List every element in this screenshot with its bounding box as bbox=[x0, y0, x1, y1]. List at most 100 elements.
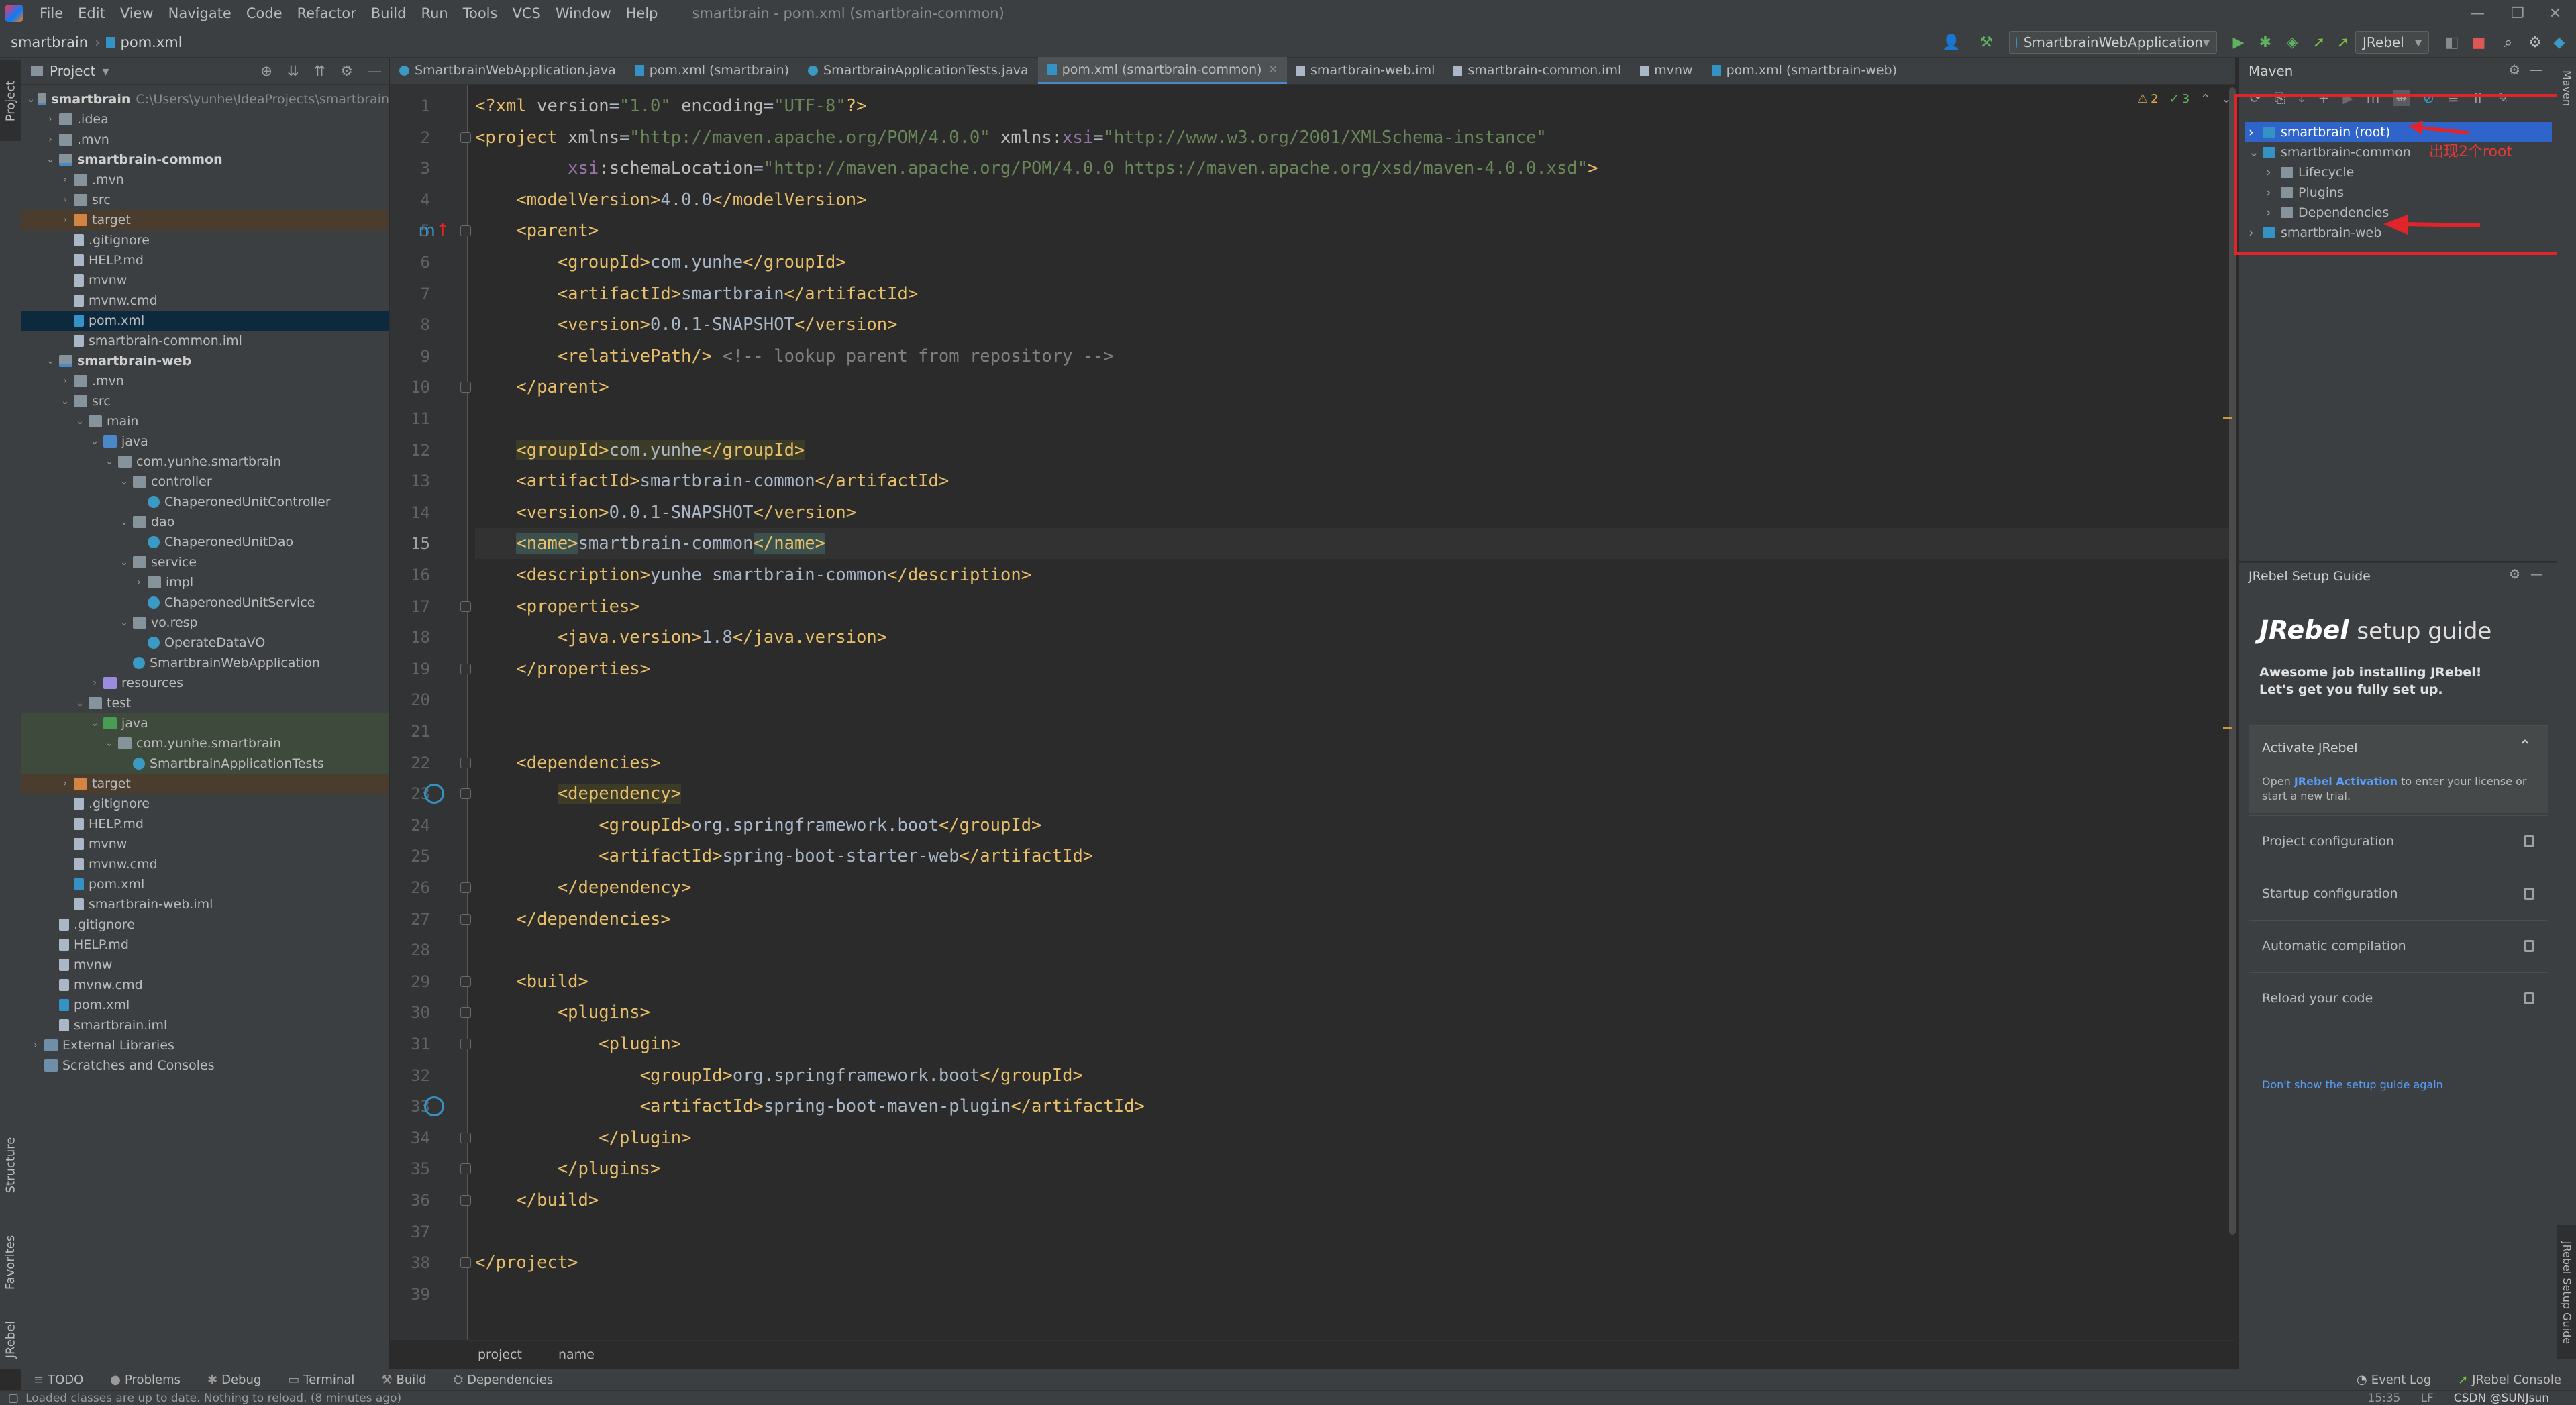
breadcrumb-project[interactable]: smartbrain bbox=[0, 34, 95, 50]
code-line[interactable]: </project> bbox=[475, 1247, 578, 1278]
code-line[interactable]: </plugins> bbox=[475, 1153, 661, 1184]
fold-marker-icon[interactable] bbox=[460, 1039, 471, 1049]
error-stripe-mark[interactable] bbox=[2223, 417, 2232, 419]
chevron-down-icon[interactable]: ⌄ bbox=[118, 617, 130, 628]
code-line[interactable]: <java.version>1.8</java.version> bbox=[475, 622, 887, 653]
jrebel-section-startup-configuration[interactable]: Startup configuration bbox=[2249, 868, 2548, 919]
tree-item[interactable]: smartbrain-web.iml bbox=[21, 894, 389, 915]
tree-item[interactable]: mvnw.cmd bbox=[21, 854, 389, 874]
chevron-down-icon[interactable]: ⌄ bbox=[118, 476, 130, 487]
code-line[interactable]: <version>0.0.1-SNAPSHOT</version> bbox=[475, 309, 898, 340]
breadcrumb-name-tag[interactable]: name bbox=[558, 1347, 595, 1362]
fold-marker-icon[interactable] bbox=[460, 1195, 471, 1206]
editor-tab[interactable]: SmartbrainApplicationTests.java bbox=[798, 57, 1038, 84]
code-line[interactable]: </dependencies> bbox=[475, 904, 670, 935]
editor-tab[interactable]: smartbrain-web.iml bbox=[1287, 57, 1444, 84]
gear-icon[interactable]: ⚙ bbox=[2508, 62, 2520, 78]
restore-icon[interactable]: ❐ bbox=[2496, 0, 2539, 27]
code-line[interactable]: <description>yunhe smartbrain-common</de… bbox=[475, 560, 1031, 590]
chevron-down-icon[interactable]: ⌄ bbox=[27, 94, 35, 105]
code-line[interactable]: <groupId>com.yunhe</groupId> bbox=[475, 247, 846, 278]
code-line[interactable]: <groupId>org.springframework.boot</group… bbox=[475, 1060, 1083, 1091]
tree-item[interactable]: smartbrain.iml bbox=[21, 1015, 389, 1035]
tree-item[interactable]: ⌄ com.yunhe.smartbrain bbox=[21, 733, 389, 753]
tree-item[interactable]: .gitignore bbox=[21, 915, 389, 935]
dont-show-link[interactable]: Don't show the setup guide again bbox=[2262, 1078, 2443, 1091]
code-line[interactable]: <version>0.0.1-SNAPSHOT</version> bbox=[475, 497, 856, 528]
editor-tab[interactable]: mvnw bbox=[1631, 57, 1702, 84]
fold-marker-icon[interactable] bbox=[460, 1007, 471, 1019]
fold-marker-icon[interactable] bbox=[460, 663, 471, 674]
run-configuration-select[interactable]: SmartbrainWebApplication ▾ bbox=[2009, 31, 2217, 54]
fold-marker-icon[interactable] bbox=[460, 1257, 471, 1269]
bottom-tab-terminal[interactable]: ▭ Terminal bbox=[288, 1373, 354, 1387]
fold-marker-icon[interactable] bbox=[460, 225, 471, 237]
gear-icon[interactable]: ⚙ bbox=[340, 63, 353, 79]
maven-tool-tab[interactable]: Maven bbox=[2557, 64, 2576, 111]
editor-tab[interactable]: smartbrain-common.iml bbox=[1444, 57, 1631, 84]
tree-item[interactable]: ⌄ java bbox=[21, 713, 389, 733]
caret-position[interactable]: 15:35 bbox=[2368, 1392, 2401, 1405]
fold-marker-icon[interactable] bbox=[460, 1132, 471, 1143]
tree-item[interactable]: › impl bbox=[21, 572, 389, 592]
chevron-right-icon[interactable]: › bbox=[30, 1040, 42, 1051]
menu-build[interactable]: Build bbox=[364, 5, 414, 21]
jrebel-run-icon[interactable]: ➚ bbox=[2307, 32, 2331, 52]
hide-icon[interactable]: — bbox=[2530, 62, 2543, 78]
code-line[interactable]: </parent> bbox=[475, 372, 609, 403]
tree-item[interactable]: › .mvn bbox=[21, 170, 389, 190]
tree-item[interactable]: ⌄ vo.resp bbox=[21, 613, 389, 633]
tree-item[interactable]: mvnw bbox=[21, 270, 389, 291]
tree-item[interactable]: ⌄ smartbrain-web bbox=[21, 351, 389, 371]
fold-marker-icon[interactable] bbox=[460, 976, 471, 987]
spring-boot-icon[interactable] bbox=[424, 1096, 444, 1117]
plugin-icon[interactable]: ◆ bbox=[2547, 32, 2571, 52]
chevron-down-icon[interactable]: ⌄ bbox=[118, 517, 130, 527]
menu-window[interactable]: Window bbox=[548, 5, 619, 21]
chevron-down-icon[interactable]: ⌄ bbox=[103, 738, 115, 749]
gear-icon[interactable]: ⚙ bbox=[2509, 567, 2520, 582]
code-line[interactable]: <name>smartbrain-common</name> bbox=[475, 528, 2235, 560]
chevron-down-icon[interactable]: ⌄ bbox=[118, 557, 130, 568]
maven-parent-icon[interactable]: m ↑ bbox=[418, 221, 450, 241]
fold-marker-icon[interactable] bbox=[460, 382, 471, 393]
bottom-tab-todo[interactable]: ≡ TODO bbox=[34, 1373, 83, 1387]
breadcrumb-project-tag[interactable]: project bbox=[478, 1347, 522, 1362]
tree-item[interactable]: Scratches and Consoles bbox=[21, 1055, 389, 1076]
tree-item[interactable]: › .mvn bbox=[21, 129, 389, 150]
menu-navigate[interactable]: Navigate bbox=[161, 5, 239, 21]
bottom-tab-debug[interactable]: ✱ Debug bbox=[207, 1373, 261, 1387]
event-log-tab[interactable]: ◔ Event Log bbox=[2357, 1373, 2431, 1387]
code-line[interactable]: </dependency> bbox=[475, 872, 692, 903]
tree-item[interactable]: .gitignore bbox=[21, 230, 389, 250]
activate-jrebel-section[interactable]: Activate JRebel ⌃ Open JRebel Activation… bbox=[2249, 725, 2548, 813]
tree-item[interactable]: ⌄ main bbox=[21, 411, 389, 431]
chevron-down-icon[interactable]: ⌄ bbox=[74, 416, 86, 427]
bottom-tab-dependencies[interactable]: ⛭ Dependencies bbox=[454, 1373, 554, 1387]
code-line[interactable]: <plugin> bbox=[475, 1029, 681, 1059]
menu-help[interactable]: Help bbox=[619, 5, 666, 21]
jrebel-section-automatic-compilation[interactable]: Automatic compilation bbox=[2249, 920, 2548, 971]
hide-icon[interactable]: — bbox=[2530, 567, 2543, 582]
tree-item[interactable]: › resources bbox=[21, 673, 389, 693]
favorites-tool-tab[interactable]: Favorites bbox=[0, 1218, 21, 1306]
editor-tab[interactable]: pom.xml (smartbrain) bbox=[625, 57, 798, 84]
jrebel-guide-tool-tab[interactable]: JRebel Setup Guide bbox=[2557, 1225, 2576, 1359]
hide-icon[interactable]: — bbox=[368, 63, 382, 79]
code-line[interactable]: <artifactId>smartbrain-common</artifactI… bbox=[475, 466, 949, 497]
tree-item[interactable]: pom.xml bbox=[21, 874, 389, 894]
code-line[interactable]: <dependencies> bbox=[475, 747, 660, 778]
code-line[interactable]: <plugins> bbox=[475, 997, 650, 1028]
bottom-tab-problems[interactable]: ● Problems bbox=[110, 1373, 181, 1387]
tree-item[interactable]: › target bbox=[21, 774, 389, 794]
tree-item[interactable]: ⌄ src bbox=[21, 391, 389, 411]
code-line[interactable]: <dependency> bbox=[475, 778, 682, 809]
menu-run[interactable]: Run bbox=[413, 5, 455, 21]
chevron-right-icon[interactable]: › bbox=[89, 678, 101, 688]
fold-marker-icon[interactable] bbox=[460, 132, 471, 143]
code-line[interactable]: <artifactId>spring-boot-maven-plugin</ar… bbox=[475, 1091, 1145, 1122]
chevron-right-icon[interactable]: › bbox=[44, 114, 56, 125]
stop-all-icon[interactable]: ◧ bbox=[2440, 32, 2464, 52]
chevron-right-icon[interactable]: › bbox=[59, 195, 71, 205]
fold-marker-icon[interactable] bbox=[460, 882, 471, 893]
